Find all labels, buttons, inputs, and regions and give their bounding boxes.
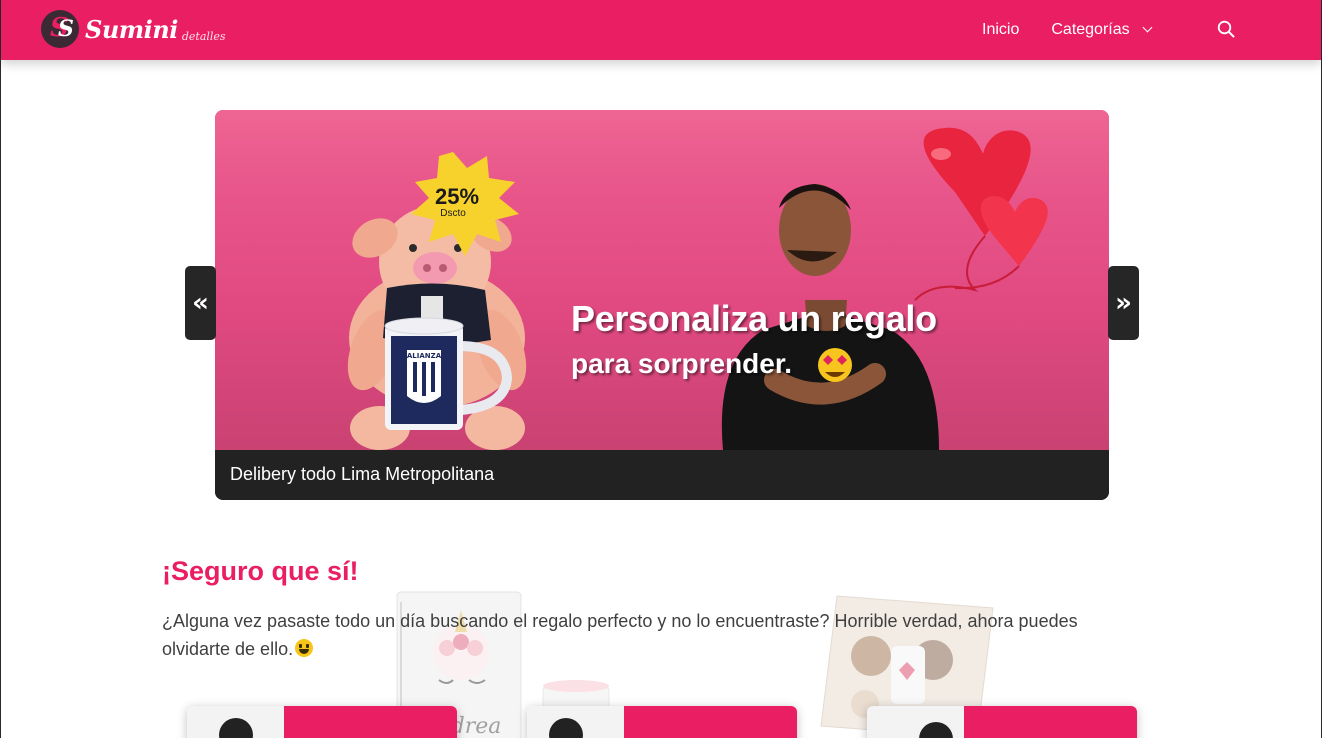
category-card-band [624, 706, 797, 738]
category-card[interactable] [187, 706, 457, 738]
logo-mark-icon: SS [41, 10, 79, 48]
nav-item-categorias[interactable]: Categorías [1051, 21, 1153, 39]
category-card[interactable] [867, 706, 1137, 738]
category-card-band [284, 706, 457, 738]
search-icon[interactable] [1217, 20, 1235, 38]
logo-text: Sumini [85, 14, 178, 44]
slide-headline: Personaliza un regalo [571, 298, 937, 339]
slide-illustration: ALIANZA 25% Dscto [347, 127, 1048, 450]
slider-next-button[interactable]: » [1108, 266, 1139, 340]
smile-emoji-icon [295, 639, 314, 657]
category-card-band [964, 706, 1137, 738]
category-card-image [867, 706, 964, 738]
section-title: ¡Seguro que sí! [162, 556, 359, 586]
hero-slider: ALIANZA 25% Dscto Personaliza un regalo … [215, 110, 1109, 500]
heart-balloons-illustration [914, 127, 1048, 301]
slider-prev-button[interactable]: « [185, 266, 216, 340]
site-header: SS Sumini detalles Inicio Categorías [1, 0, 1321, 60]
site-logo[interactable]: SS Sumini detalles [41, 10, 226, 48]
main-nav: Inicio Categorías [982, 0, 1153, 60]
slide-caption: Delibery todo Lima Metropolitana [215, 450, 1109, 500]
chevron-down-icon [1142, 22, 1153, 33]
section-intro: ¿Alguna vez pasaste todo un día buscando… [162, 607, 1122, 663]
category-card-image [187, 706, 284, 738]
nav-item-categorias-label: Categorías [1051, 21, 1130, 38]
nav-item-inicio[interactable]: Inicio [982, 21, 1019, 39]
heart-eyes-emoji-icon [818, 348, 852, 382]
svg-text:Dscto: Dscto [440, 208, 466, 219]
slide-subline: para sorprender. [571, 348, 792, 379]
svg-text:ALIANZA: ALIANZA [407, 352, 442, 360]
svg-text:25%: 25% [435, 184, 479, 209]
category-card[interactable] [527, 706, 797, 738]
logo-tagline: detalles [181, 29, 226, 43]
category-card-image [527, 706, 624, 738]
